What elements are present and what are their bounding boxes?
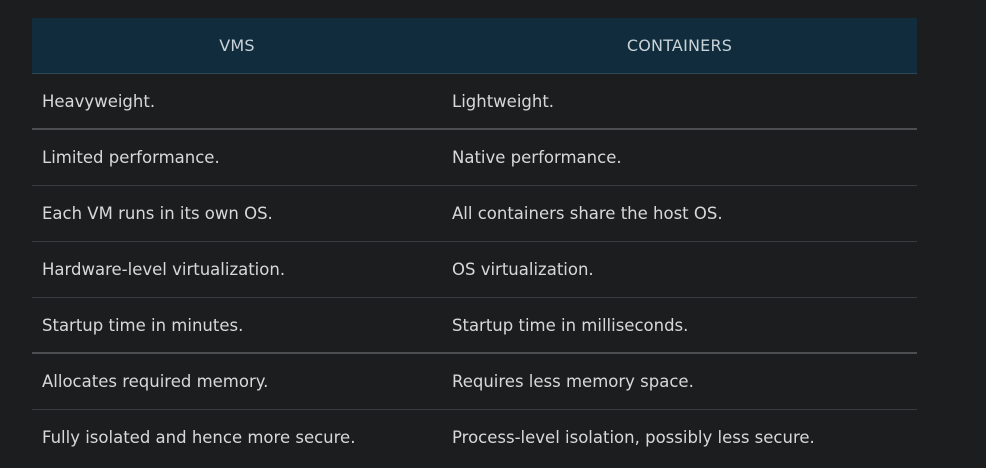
table-row: Allocates required memory. Requires less… xyxy=(32,354,917,410)
containers-cell: OS virtualization. xyxy=(452,260,594,279)
table-row: Each VM runs in its own OS. All containe… xyxy=(32,186,917,242)
comparison-table: VMS CONTAINERS Heavyweight. Lightweight.… xyxy=(32,18,917,465)
table-row: Limited performance. Native performance. xyxy=(32,130,917,186)
header-vms: VMS xyxy=(219,36,255,55)
table-row: Startup time in minutes. Startup time in… xyxy=(32,298,917,354)
containers-cell: Startup time in milliseconds. xyxy=(452,315,689,335)
vms-cell: Hardware-level virtualization. xyxy=(42,260,286,279)
header-containers: CONTAINERS xyxy=(626,36,733,55)
table-row: Fully isolated and hence more secure. Pr… xyxy=(32,410,917,465)
vms-cell: Limited performance. xyxy=(42,148,220,167)
table-row: Heavyweight. Lightweight. xyxy=(32,74,917,130)
vms-cell: Allocates required memory. xyxy=(42,372,269,391)
vms-cell: Fully isolated and hence more secure. xyxy=(42,428,356,447)
containers-cell: All containers share the host OS. xyxy=(452,204,723,223)
containers-cell: Lightweight. xyxy=(452,91,555,111)
page: VMS CONTAINERS Heavyweight. Lightweight.… xyxy=(0,0,986,468)
vms-cell: Heavyweight. xyxy=(42,91,156,111)
containers-cell: Requires less memory space. xyxy=(452,372,694,391)
table-header-row: VMS CONTAINERS xyxy=(32,18,917,74)
vms-cell: Each VM runs in its own OS. xyxy=(42,204,273,223)
containers-cell: Process-level isolation, possibly less s… xyxy=(452,428,815,447)
containers-cell: Native performance. xyxy=(452,148,622,167)
vms-cell: Startup time in minutes. xyxy=(42,315,244,335)
table-row: Hardware-level virtualization. OS virtua… xyxy=(32,242,917,298)
